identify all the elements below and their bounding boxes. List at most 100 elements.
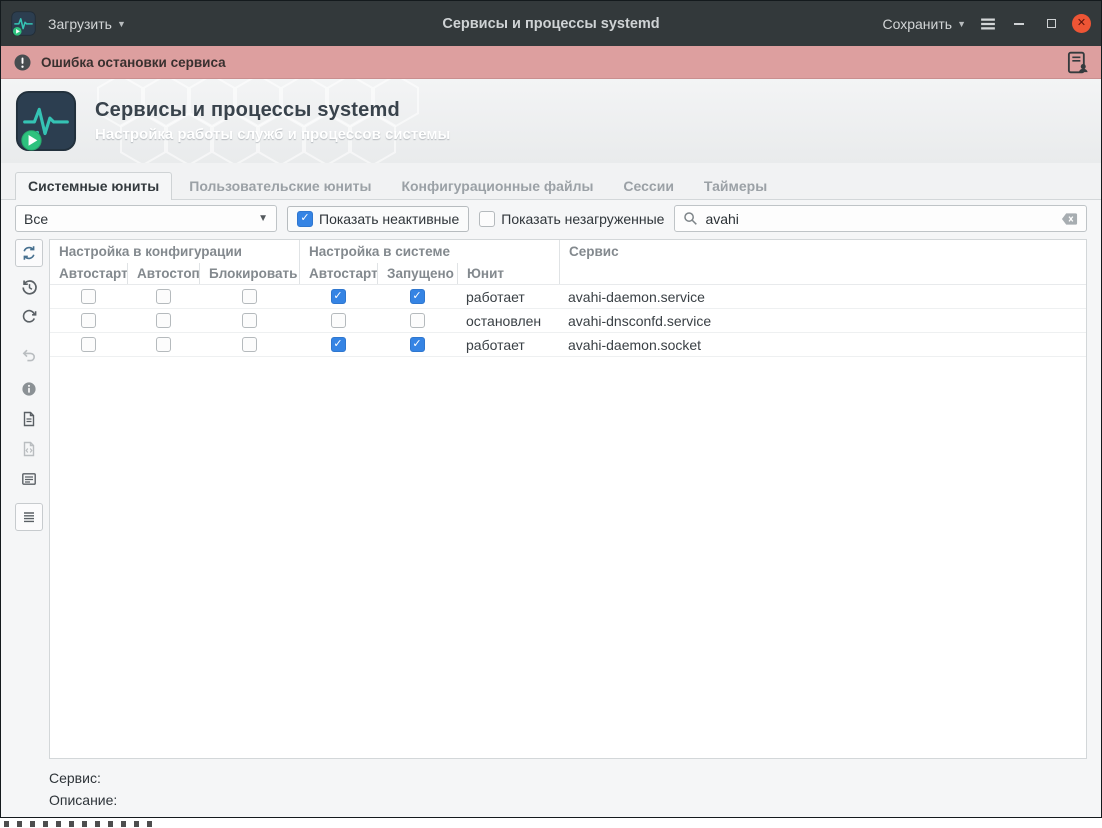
checkbox-autostart_cfg[interactable]	[81, 337, 96, 352]
tab-user-units[interactable]: Пользовательские юниты	[176, 172, 384, 200]
tab-timers[interactable]: Таймеры	[691, 172, 780, 200]
col-running-system[interactable]: Запущено	[377, 263, 457, 284]
file-code-button[interactable]	[15, 435, 43, 463]
group-header-config: Настройка в конфигурации	[50, 240, 299, 263]
journal-log-icon[interactable]	[1066, 51, 1089, 74]
unit-status: работает	[457, 333, 559, 356]
table-column-header: Автостарт Автостоп Блокировать Автостарт…	[50, 263, 1086, 285]
menu-lines-button[interactable]	[15, 503, 43, 531]
minimize-button[interactable]	[1008, 13, 1030, 35]
screen: Загрузить ▼ Сервисы и процессы systemd С…	[0, 0, 1102, 828]
description-label: Описание:	[49, 789, 1087, 811]
group-header-service: Сервис	[559, 240, 1086, 263]
tab-bar: Системные юниты Пользовательские юниты К…	[1, 163, 1101, 200]
service-name: avahi-daemon.service	[559, 285, 1086, 308]
show-unloaded-label: Показать незагруженные	[501, 211, 664, 227]
filter-row: Все ▼ Показать неактивные Показать незаг…	[1, 200, 1101, 237]
undo-button[interactable]	[15, 341, 43, 369]
filter-dropdown[interactable]: Все ▼	[15, 205, 277, 232]
restore-button[interactable]	[1040, 13, 1062, 35]
undo-icon	[21, 347, 37, 363]
minimize-icon	[1014, 23, 1024, 25]
show-inactive-checkbox[interactable]	[297, 211, 313, 227]
checkbox-running_sys[interactable]	[410, 313, 425, 328]
table-row[interactable]: остановленavahi-dnsconfd.service	[50, 309, 1086, 333]
checkbox-autostart_cfg[interactable]	[81, 289, 96, 304]
chevron-down-icon: ▼	[258, 213, 268, 224]
app-menu-button[interactable]	[978, 14, 998, 34]
close-icon: ✕	[1077, 18, 1086, 29]
checkbox-autostart_sys[interactable]	[331, 337, 346, 352]
service-label: Сервис:	[49, 767, 1087, 789]
cell-autostart_cfg	[50, 285, 127, 308]
table-row[interactable]: работаетavahi-daemon.socket	[50, 333, 1086, 357]
table-body: работаетavahi-daemon.serviceостановленav…	[50, 285, 1086, 357]
cell-block_cfg	[199, 309, 299, 332]
filter-dropdown-value: Все	[24, 211, 48, 227]
export-file-icon	[21, 411, 37, 427]
load-menu-button[interactable]: Загрузить ▼	[46, 12, 128, 36]
chevron-down-icon: ▼	[117, 19, 126, 29]
cell-autostop_cfg	[127, 309, 199, 332]
cell-autostop_cfg	[127, 285, 199, 308]
tab-sessions[interactable]: Сессии	[610, 172, 687, 200]
table-row[interactable]: работаетavahi-daemon.service	[50, 285, 1086, 309]
checkbox-block_cfg[interactable]	[242, 313, 257, 328]
group-header-system: Настройка в системе	[299, 240, 559, 263]
checkbox-running_sys[interactable]	[410, 289, 425, 304]
checkbox-autostop_cfg[interactable]	[156, 337, 171, 352]
cell-autostart_sys	[299, 309, 377, 332]
cell-block_cfg	[199, 333, 299, 356]
checkbox-block_cfg[interactable]	[242, 337, 257, 352]
app-window: Загрузить ▼ Сервисы и процессы systemd С…	[0, 0, 1102, 818]
checkbox-autostart_cfg[interactable]	[81, 313, 96, 328]
page-subtitle: Настройка работы служб и процессов систе…	[95, 126, 450, 143]
checkbox-autostart_sys[interactable]	[331, 289, 346, 304]
search-icon	[683, 211, 698, 226]
show-unloaded-toggle[interactable]: Показать незагруженные	[479, 211, 664, 227]
list-view-button[interactable]	[15, 465, 43, 493]
hamburger-icon	[978, 14, 998, 34]
cell-autostart_cfg	[50, 333, 127, 356]
col-autostop-config[interactable]: Автостоп	[127, 263, 199, 284]
file-code-icon	[21, 441, 37, 457]
checkbox-autostop_cfg[interactable]	[156, 289, 171, 304]
col-unit[interactable]: Юнит	[457, 263, 559, 284]
service-name: avahi-dnsconfd.service	[559, 309, 1086, 332]
checkbox-autostop_cfg[interactable]	[156, 313, 171, 328]
cell-autostart_sys	[299, 285, 377, 308]
checkbox-autostart_sys[interactable]	[331, 313, 346, 328]
reload-icon	[21, 309, 37, 325]
col-autostart-system[interactable]: Автостарт	[299, 263, 377, 284]
export-file-button[interactable]	[15, 405, 43, 433]
clipped-background-text	[4, 821, 156, 827]
units-table: Настройка в конфигурации Настройка в сис…	[49, 239, 1087, 759]
search-input[interactable]	[705, 211, 1054, 227]
cell-autostart_cfg	[50, 309, 127, 332]
show-inactive-toggle[interactable]: Показать неактивные	[287, 206, 469, 232]
error-icon	[13, 53, 32, 72]
save-menu-label: Сохранить	[883, 16, 953, 32]
tab-system-units[interactable]: Системные юниты	[15, 172, 172, 200]
checkbox-block_cfg[interactable]	[242, 289, 257, 304]
history-button[interactable]	[15, 273, 43, 301]
show-unloaded-checkbox[interactable]	[479, 211, 495, 227]
clear-search-icon[interactable]	[1061, 212, 1078, 226]
reload-button[interactable]	[15, 303, 43, 331]
search-field[interactable]	[674, 205, 1087, 232]
refresh-button[interactable]	[15, 239, 43, 267]
tab-config-files[interactable]: Конфигурационные файлы	[388, 172, 606, 200]
col-autostart-config[interactable]: Автостарт	[50, 263, 127, 284]
checkbox-running_sys[interactable]	[410, 337, 425, 352]
menu-lines-icon	[21, 509, 37, 525]
unit-status: остановлен	[457, 309, 559, 332]
page-header: Сервисы и процессы systemd Настройка раб…	[1, 79, 1101, 163]
details-panel: Сервис: Описание:	[1, 759, 1101, 817]
col-block-config[interactable]: Блокировать	[199, 263, 299, 284]
save-menu-button[interactable]: Сохранить ▼	[881, 12, 969, 36]
cell-running_sys	[377, 309, 457, 332]
cell-running_sys	[377, 285, 457, 308]
close-button[interactable]: ✕	[1072, 14, 1091, 33]
cell-block_cfg	[199, 285, 299, 308]
info-button[interactable]	[15, 375, 43, 403]
